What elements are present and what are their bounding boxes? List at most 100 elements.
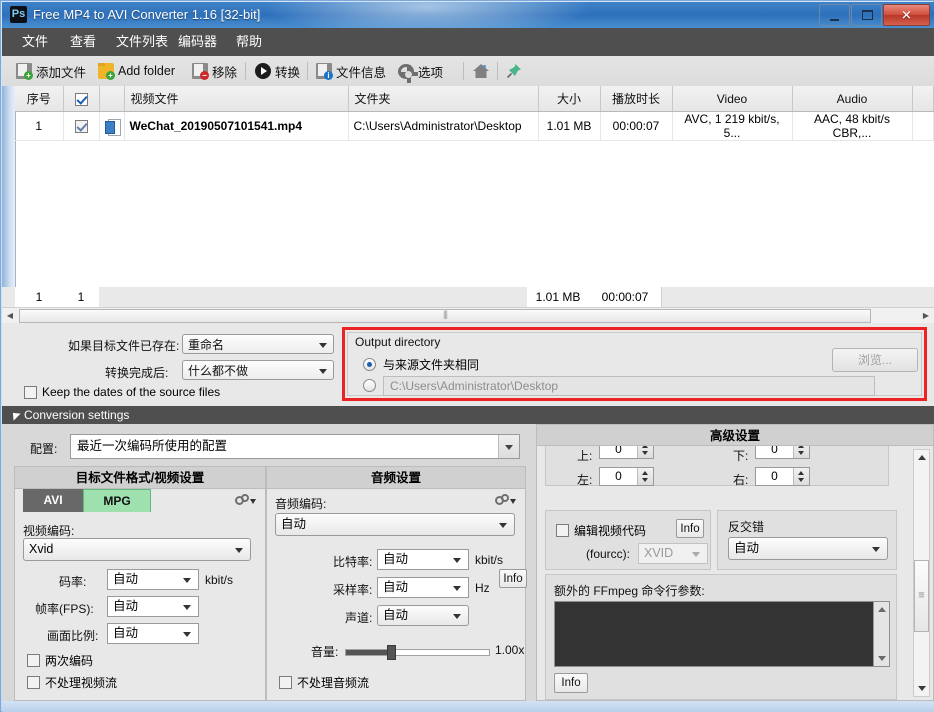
col-audio[interactable]: Audio: [792, 86, 912, 112]
menu-help[interactable]: 帮助: [226, 28, 272, 56]
edit-video-code-checkbox[interactable]: [556, 524, 569, 537]
crop-top-spinner[interactable]: 0: [599, 446, 654, 459]
no-audio-stream-row[interactable]: 不处理音频流: [279, 674, 369, 691]
remove-button[interactable]: − 移除: [192, 56, 237, 86]
remove-icon: −: [192, 63, 208, 79]
audio-samplerate-select[interactable]: 自动: [377, 577, 469, 598]
table-row[interactable]: 1 WeChat_20190507101541.mp4 C:\Users\Adm…: [15, 112, 934, 141]
video-aspect-select[interactable]: 自动: [107, 623, 199, 644]
hscroll-thumb[interactable]: [19, 309, 871, 323]
file-list-hscrollbar[interactable]: ◀ ▶: [2, 307, 934, 324]
vscroll-thumb[interactable]: [914, 560, 929, 632]
video-fps-select[interactable]: 自动: [107, 596, 199, 617]
crop-top-spin-buttons[interactable]: [637, 446, 653, 458]
close-button[interactable]: ✕: [883, 4, 930, 26]
video-codec-select[interactable]: Xvid: [23, 538, 251, 561]
keep-dates-row[interactable]: Keep the dates of the source files: [24, 385, 220, 399]
col-checkbox[interactable]: [63, 86, 99, 112]
crop-right-spinner[interactable]: 0: [755, 467, 810, 486]
menu-file[interactable]: 文件: [12, 28, 58, 56]
audio-bitrate-select[interactable]: 自动: [377, 549, 469, 570]
add-folder-button[interactable]: + Add folder: [98, 56, 175, 86]
edit-video-code-row[interactable]: 编辑视频代码: [556, 522, 646, 539]
header-checkbox[interactable]: [75, 93, 88, 106]
fourcc-info-button[interactable]: Info: [676, 519, 704, 538]
no-video-stream-checkbox[interactable]: [27, 676, 40, 689]
volume-slider[interactable]: [345, 647, 490, 657]
audio-channels-select[interactable]: 自动: [377, 605, 469, 626]
pin-button[interactable]: [505, 56, 523, 86]
fourcc-label: (fourcc):: [586, 547, 630, 561]
home-button[interactable]: [472, 56, 490, 86]
row-folder: C:\Users\Administrator\Desktop: [348, 112, 538, 141]
row-checkbox[interactable]: [75, 120, 88, 133]
col-duration[interactable]: 播放时长: [600, 86, 672, 112]
ffmpeg-args-textarea[interactable]: [554, 601, 890, 667]
same-as-source-radio[interactable]: [363, 358, 376, 371]
file-list-table[interactable]: 序号 视频文件 文件夹 大小 播放时长 Video Audio 1 WeChat…: [2, 86, 934, 288]
format-tab-mpg[interactable]: MPG: [83, 489, 151, 512]
fourcc-value: XVID: [644, 544, 673, 563]
ffmpeg-label: 额外的 FFmpeg 命令行参数:: [554, 582, 705, 599]
crop-bottom-spin-buttons[interactable]: [793, 446, 809, 458]
advanced-settings-vscrollbar[interactable]: [913, 449, 930, 697]
toolbar: + 添加文件 + Add folder − 移除 转换 i 文件信息 选项: [2, 56, 934, 87]
two-pass-row[interactable]: 两次编码: [27, 652, 93, 669]
row-checkbox-cell[interactable]: [63, 112, 99, 141]
ffmpeg-textarea-scrollbar[interactable]: [873, 602, 889, 666]
no-audio-stream-checkbox[interactable]: [279, 676, 292, 689]
scroll-up-icon[interactable]: [878, 607, 886, 612]
video-bitrate-select[interactable]: 自动: [107, 569, 199, 590]
custom-path-radio[interactable]: [363, 379, 376, 392]
keep-dates-checkbox[interactable]: [24, 386, 37, 399]
audio-format-settings-gear-icon[interactable]: [495, 494, 511, 508]
maximize-icon: [862, 10, 873, 20]
hscroll-left-arrow[interactable]: ◀: [2, 308, 18, 324]
vscroll-up-arrow[interactable]: [914, 450, 929, 465]
hscroll-right-arrow[interactable]: ▶: [918, 308, 934, 324]
options-button[interactable]: 选项: [398, 56, 443, 86]
crop-left-spin-buttons[interactable]: [637, 468, 653, 485]
custom-path-field[interactable]: C:\Users\Administrator\Desktop: [383, 376, 875, 396]
audio-info-button[interactable]: Info: [499, 569, 527, 588]
col-icon[interactable]: [99, 86, 124, 112]
vscroll-down-arrow[interactable]: [914, 681, 929, 696]
col-video[interactable]: Video: [672, 86, 792, 112]
col-video-file[interactable]: 视频文件: [124, 86, 348, 112]
crop-right-spin-buttons[interactable]: [793, 468, 809, 485]
conversion-settings-header[interactable]: Conversion settings: [2, 406, 934, 424]
crop-left-spinner[interactable]: 0: [599, 467, 654, 486]
volume-slider-knob[interactable]: [387, 645, 396, 660]
close-icon: ✕: [884, 9, 929, 22]
col-size[interactable]: 大小: [538, 86, 600, 112]
after-conversion-select[interactable]: 什么都不做: [182, 360, 334, 380]
menu-encoder[interactable]: 编码器: [168, 28, 227, 56]
audio-codec-select[interactable]: 自动: [275, 513, 515, 536]
deinterlace-select[interactable]: 自动: [728, 537, 888, 560]
menu-view[interactable]: 查看: [60, 28, 106, 56]
crop-left-value: 0: [600, 468, 637, 485]
fourcc-select[interactable]: XVID: [638, 543, 708, 564]
convert-button[interactable]: 转换: [255, 56, 300, 86]
col-index[interactable]: 序号: [15, 86, 63, 112]
crop-bottom-spinner[interactable]: 0: [755, 446, 810, 459]
maximize-button[interactable]: [851, 4, 882, 26]
browse-button[interactable]: 浏览...: [832, 348, 918, 372]
no-video-stream-row[interactable]: 不处理视频流: [27, 674, 117, 691]
minimize-button[interactable]: [819, 4, 850, 26]
format-tab-avi[interactable]: AVI: [23, 489, 83, 512]
ffmpeg-info-button[interactable]: Info: [554, 673, 588, 693]
two-pass-checkbox[interactable]: [27, 654, 40, 667]
add-file-button[interactable]: + 添加文件: [16, 56, 86, 86]
pin-icon: [505, 62, 523, 80]
video-format-settings-gear-icon[interactable]: [235, 494, 251, 508]
profile-select[interactable]: 最近一次编码所使用的配置: [70, 434, 520, 459]
file-info-button[interactable]: i 文件信息: [316, 56, 386, 86]
chevron-down-icon[interactable]: [498, 435, 519, 458]
scroll-down-icon[interactable]: [878, 656, 886, 661]
col-folder[interactable]: 文件夹: [348, 86, 538, 112]
if-target-exists-select[interactable]: 重命名: [182, 334, 334, 354]
total-size: 1.01 MB: [527, 287, 590, 308]
video-codec-label: 视频编码:: [23, 522, 74, 539]
same-as-source-row[interactable]: 与来源文件夹相同: [363, 356, 479, 373]
